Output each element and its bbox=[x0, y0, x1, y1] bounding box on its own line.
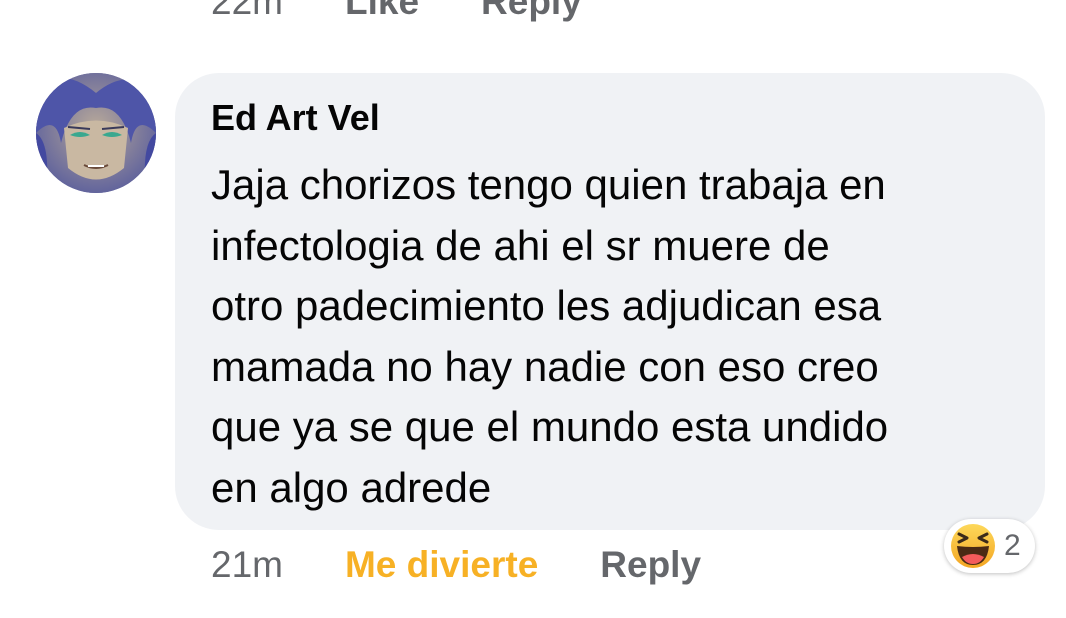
comment-text-line: infectologia de ahi el sr muere de bbox=[211, 221, 830, 269]
previous-comment-time[interactable]: 22m bbox=[211, 0, 283, 23]
comment-text-line: en algo adrede bbox=[211, 463, 492, 511]
comment-time[interactable]: 21m bbox=[211, 544, 283, 586]
avatar[interactable] bbox=[36, 73, 156, 193]
comment-text: Jaja chorizos tengo quien trabaja en inf… bbox=[211, 155, 1011, 518]
previous-comment-reply-button[interactable]: Reply bbox=[481, 0, 582, 23]
haha-laughing-emoji-icon bbox=[951, 524, 995, 568]
previous-comment-actions: 22m Like Reply bbox=[211, 0, 582, 31]
previous-comment-like-button[interactable]: Like bbox=[345, 0, 419, 23]
reaction-count-badge[interactable]: 2 bbox=[944, 519, 1035, 573]
reply-button[interactable]: Reply bbox=[600, 544, 701, 586]
reaction-count: 2 bbox=[1004, 529, 1021, 562]
avatar-image bbox=[36, 73, 156, 193]
comment-bubble[interactable]: Ed Art Vel Jaja chorizos tengo quien tra… bbox=[175, 73, 1045, 530]
comment-text-line: mamada no hay nadie con eso creo bbox=[211, 342, 879, 390]
comment-thread: 22m Like Reply Ed Art Vel Jaja chorizos … bbox=[0, 0, 1066, 618]
comment-author[interactable]: Ed Art Vel bbox=[211, 97, 380, 139]
comment-text-line: Jaja chorizos tengo quien trabaja en bbox=[211, 161, 886, 208]
haha-reaction-button[interactable]: Me divierte bbox=[345, 544, 538, 586]
comment-actions: 21m Me divierte Reply bbox=[211, 540, 701, 590]
comment-text-line: que ya se que el mundo esta undido bbox=[211, 403, 889, 450]
comment-text-line: otro padecimiento les adjudican esa bbox=[211, 282, 882, 329]
